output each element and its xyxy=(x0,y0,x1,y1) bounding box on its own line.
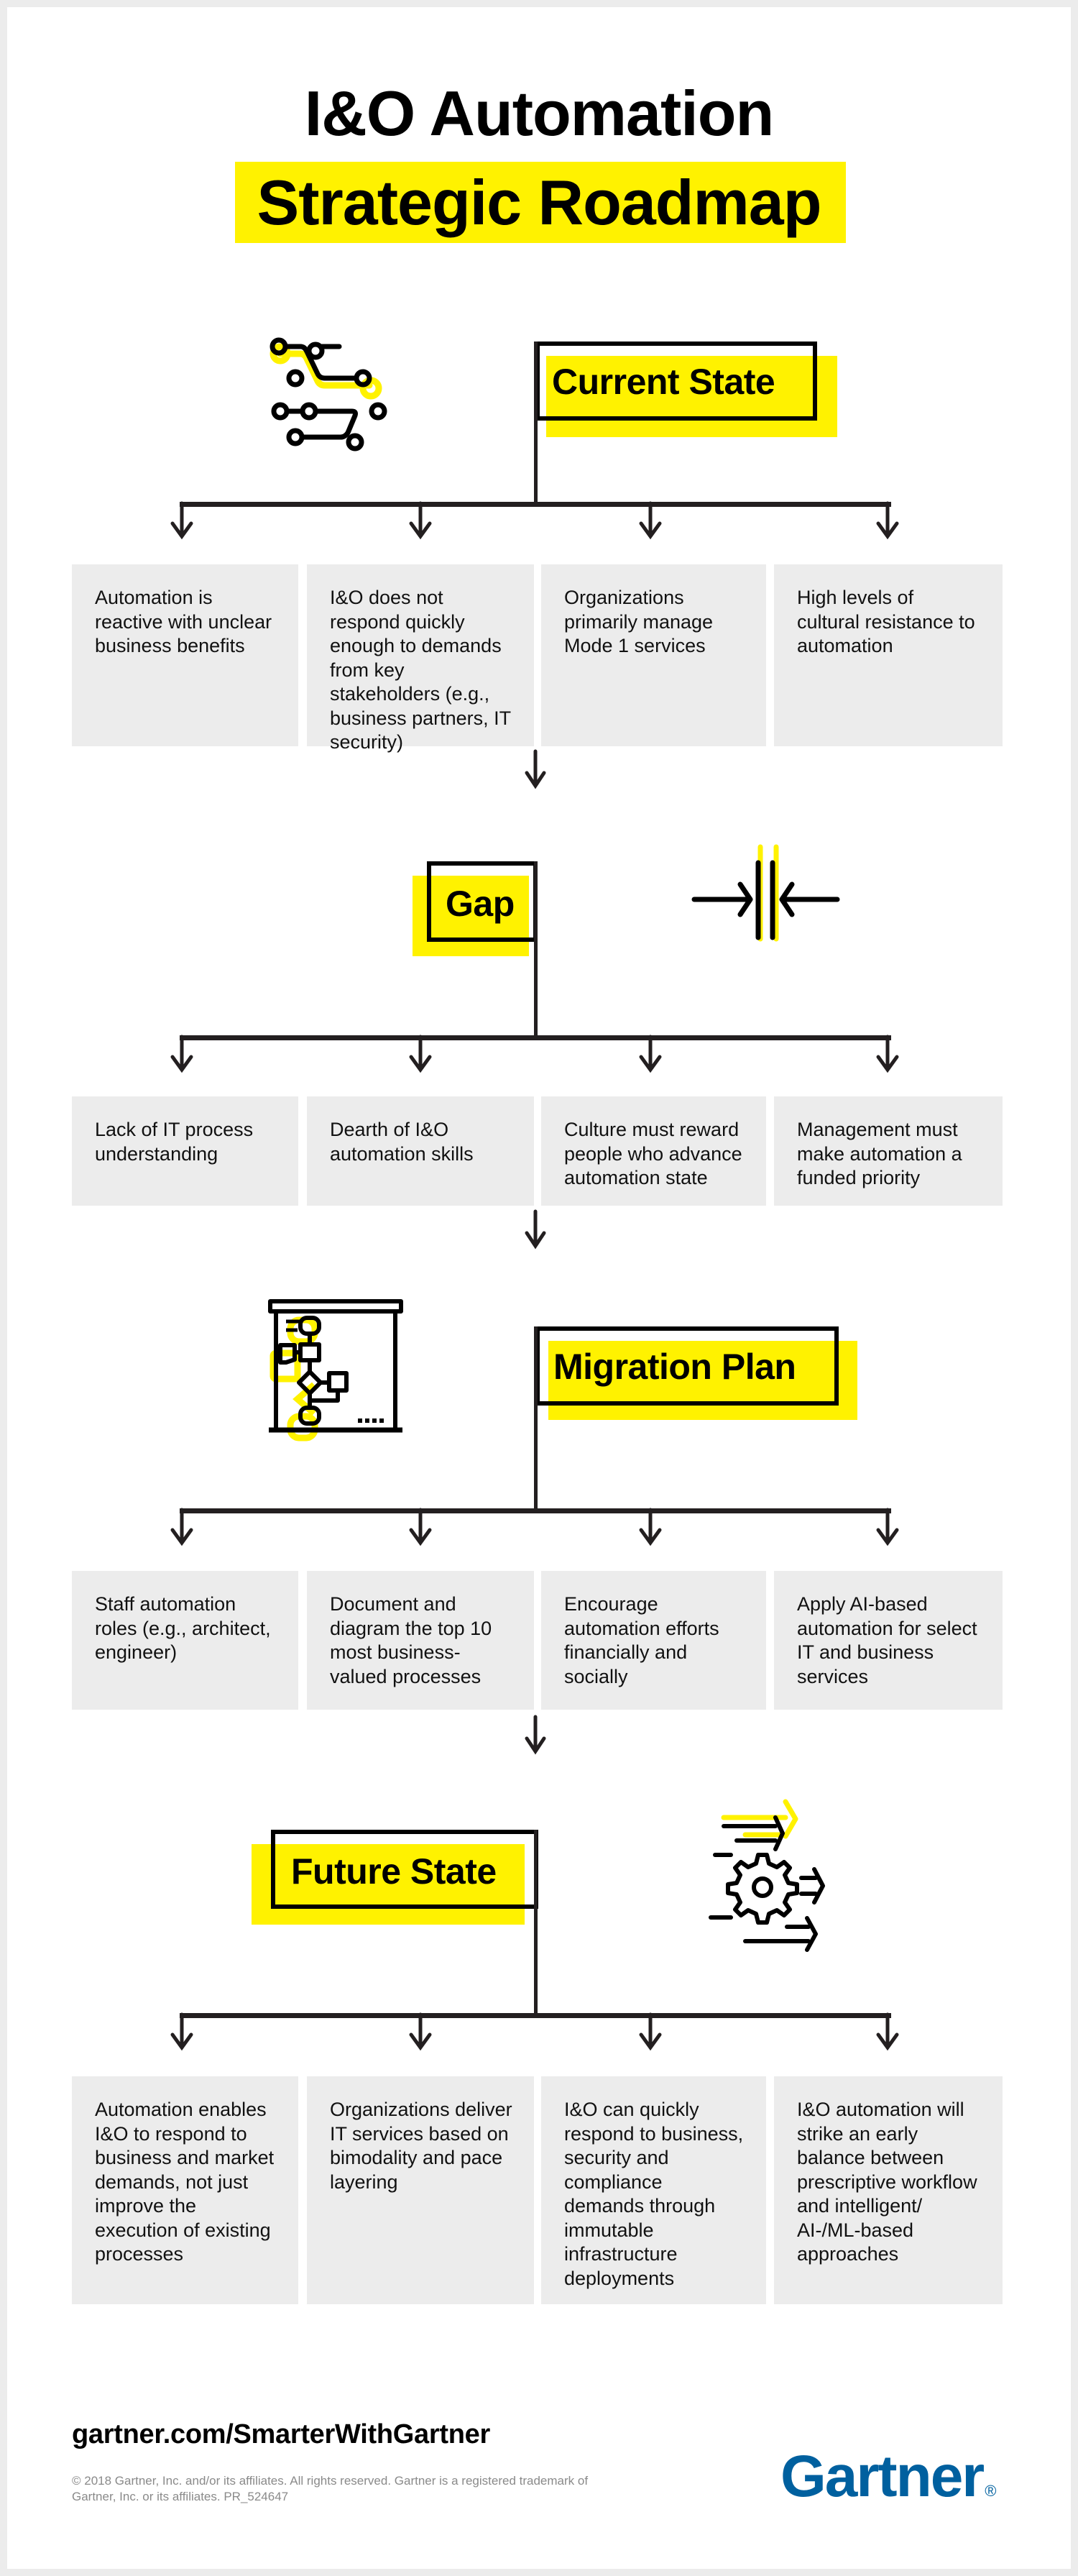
arrow-down-icon xyxy=(525,1715,546,1755)
flowchart-icon xyxy=(268,1299,403,1441)
arrow-down-icon xyxy=(170,1508,193,1546)
arrow-down-icon xyxy=(409,1508,432,1546)
list-item: Management must make automation a funded… xyxy=(774,1096,1003,1206)
arrow-down-icon xyxy=(170,2012,193,2051)
flag-pole xyxy=(534,342,538,507)
list-item: Automation is reactive with unclear busi… xyxy=(72,564,298,746)
arrow-down-icon xyxy=(876,501,899,540)
arrow-down-icon xyxy=(170,501,193,540)
flag-pole xyxy=(534,861,538,1038)
list-item: Lack of IT process understanding xyxy=(72,1096,298,1206)
list-item: Automation enables I&O to respond to bus… xyxy=(72,2076,298,2304)
arrow-down-icon xyxy=(409,2012,432,2051)
arrow-down-icon xyxy=(876,1035,899,1073)
arrow-down-icon xyxy=(639,501,662,540)
branch-arrows xyxy=(170,501,899,540)
list-item: I&O automation will strike an early bala… xyxy=(774,2076,1003,2304)
list-item: High levels of cultural resistance to au… xyxy=(774,564,1003,746)
section-label: Migration Plan xyxy=(553,1347,796,1387)
list-item: Organizations primarily manage Mode 1 se… xyxy=(541,564,766,746)
branch-arrows xyxy=(170,1508,899,1546)
converging-arrows-icon xyxy=(691,844,840,942)
list-item: I&O can quickly respond to business, sec… xyxy=(541,2076,766,2304)
section-label: Gap xyxy=(446,884,515,924)
arrow-down-icon xyxy=(876,2012,899,2051)
arrow-down-icon xyxy=(170,1035,193,1073)
gear-arrows-icon xyxy=(709,1799,825,1952)
list-item: Encourage automation efforts financially… xyxy=(541,1571,766,1710)
page-subtitle: Strategic Roadmap xyxy=(257,167,822,238)
arrow-down-icon xyxy=(639,1508,662,1546)
logo-wordmark: Gartner xyxy=(780,2444,985,2509)
branch-arrows xyxy=(170,1035,899,1073)
arrow-down-icon xyxy=(409,1035,432,1073)
arrow-down-icon xyxy=(525,749,546,789)
list-item: Culture must reward people who advance a… xyxy=(541,1096,766,1206)
arrow-down-icon xyxy=(876,1508,899,1546)
footer-link[interactable]: gartner.com/SmarterWithGartner xyxy=(72,2419,490,2450)
arrow-down-icon xyxy=(409,501,432,540)
list-item: Document and diagram the top 10 most bus… xyxy=(307,1571,534,1710)
section-label: Current State xyxy=(552,362,775,402)
list-item: Staff automation roles (e.g., architect,… xyxy=(72,1571,298,1710)
arrow-down-icon xyxy=(639,1035,662,1073)
gartner-logo: Gartner® xyxy=(780,2444,996,2524)
list-item: Apply AI-based automation for select IT … xyxy=(774,1571,1003,1710)
copyright-text: © 2018 Gartner, Inc. and/or its affiliat… xyxy=(72,2474,589,2503)
list-item: Organizations deliver IT services based … xyxy=(307,2076,534,2304)
list-item: Dearth of I&O automation skills xyxy=(307,1096,534,1206)
section-label: Future State xyxy=(291,1851,497,1892)
arrow-down-icon xyxy=(639,2012,662,2051)
flag-pole xyxy=(534,1326,538,1512)
circuit-icon xyxy=(270,337,387,452)
arrow-down-icon xyxy=(525,1209,546,1250)
flag-pole xyxy=(534,1830,538,2017)
registered-mark-icon: ® xyxy=(985,2482,996,2500)
list-item: I&O does not respond quickly enough to d… xyxy=(307,564,534,753)
branch-arrows xyxy=(170,2012,899,2051)
page-title: I&O Automation xyxy=(304,78,774,149)
